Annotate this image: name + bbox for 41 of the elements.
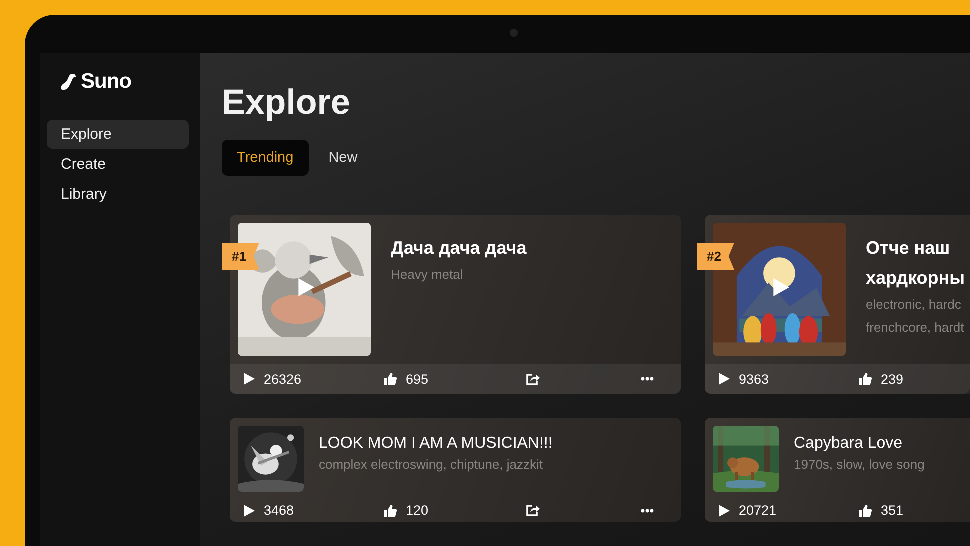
song-tags: 1970s, slow, love song	[794, 456, 925, 474]
logo-text: Suno	[81, 70, 132, 94]
song-title[interactable]: Capybara Love	[794, 434, 925, 454]
more-icon[interactable]	[641, 377, 654, 381]
play-icon[interactable]	[244, 373, 255, 385]
thumbs-up-icon[interactable]	[859, 504, 872, 516]
sidebar-item[interactable]: Library	[47, 180, 189, 209]
play-count: 3468	[264, 503, 294, 518]
share-icon[interactable]	[526, 372, 540, 386]
song-title[interactable]: LOOK MOM I AM A MUSICIAN!!!	[319, 434, 553, 454]
like-count: 695	[406, 372, 429, 386]
song-tags: complex electroswing, chiptune, jazzkit	[319, 456, 553, 474]
logo-icon	[60, 73, 77, 91]
camera-dot	[510, 29, 518, 37]
song-title[interactable]: Отче наш хардкорны	[866, 233, 962, 293]
play-icon[interactable]	[719, 373, 730, 385]
sidebar-item[interactable]: Explore	[47, 120, 189, 149]
play-count: 26326	[264, 372, 302, 386]
play-icon[interactable]	[719, 504, 730, 516]
play-icon[interactable]	[773, 278, 790, 296]
rank-badge: #1	[222, 243, 260, 270]
like-count: 120	[406, 503, 429, 518]
play-count: 9363	[739, 372, 770, 386]
share-icon[interactable]	[526, 504, 540, 517]
more-icon[interactable]	[641, 508, 654, 512]
thumbs-up-icon[interactable]	[859, 373, 872, 385]
page-title: Explore	[222, 83, 352, 123]
like-count: 351	[881, 503, 904, 518]
rank-badge: #2	[697, 243, 734, 270]
like-count: 239	[881, 372, 904, 386]
thumbs-up-icon[interactable]	[384, 373, 397, 385]
tab[interactable]: Trending	[222, 140, 309, 176]
tab[interactable]: New	[314, 140, 373, 176]
song-tags: Heavy metal	[391, 263, 527, 286]
song-tags: electronic, hardc frenchcore, hardt	[866, 293, 962, 339]
play-icon[interactable]	[244, 504, 255, 516]
play-count: 20721	[739, 503, 777, 518]
play-icon[interactable]	[298, 278, 314, 296]
sidebar-item[interactable]: Create	[47, 150, 189, 179]
thumbs-up-icon[interactable]	[384, 504, 397, 516]
song-title[interactable]: Дача дача дача	[391, 233, 527, 263]
